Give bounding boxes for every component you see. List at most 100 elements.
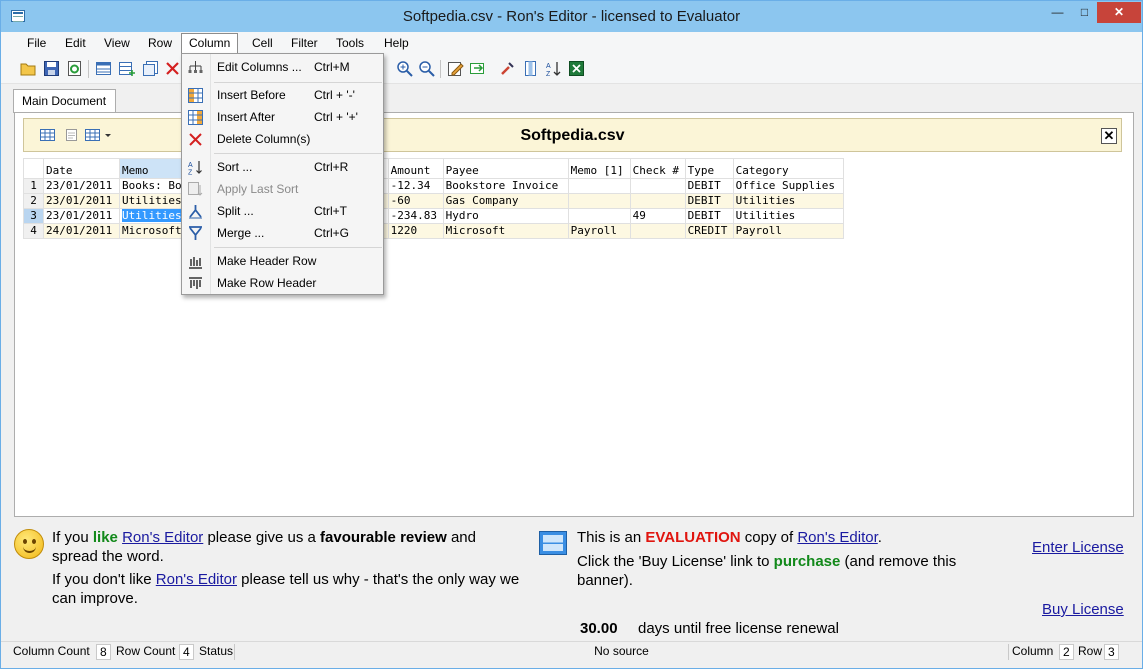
table-cell[interactable]: CREDIT [684, 223, 734, 239]
table-cell[interactable] [629, 193, 686, 209]
table-row[interactable]: 1 23/01/2011 Books: Bo -12.34 Bookstore … [23, 178, 844, 194]
menu-item-delete-columns[interactable]: Delete Column(s) [182, 128, 383, 150]
table-cell[interactable]: -60 [387, 193, 444, 209]
menu-item-make-header-row[interactable]: Make Header Row [182, 250, 383, 272]
save-icon[interactable] [43, 60, 60, 77]
table-cell[interactable] [629, 178, 686, 194]
table-cell[interactable] [567, 208, 631, 224]
delete-icon[interactable] [164, 60, 181, 77]
menu-column[interactable]: Column [181, 33, 239, 55]
table-cell[interactable] [567, 193, 631, 209]
table-cell[interactable]: 49 [629, 208, 686, 224]
tab-main-document[interactable]: Main Document [13, 89, 116, 113]
menu-tools[interactable]: Tools [329, 35, 371, 54]
menu-item-insert-after[interactable]: Insert After Ctrl + '+' [182, 106, 383, 128]
selected-cell[interactable]: Utilities [119, 208, 185, 224]
export-icon[interactable] [469, 60, 486, 77]
table-cell[interactable]: DEBIT [684, 178, 734, 194]
zoom-in-icon[interactable] [396, 60, 413, 77]
table-row[interactable]: 3 23/01/2011 Utilities -234.83 Hydro 49 … [23, 208, 844, 224]
buy-license-link[interactable]: Buy License [1042, 600, 1124, 619]
table-cell[interactable]: Utilities [732, 208, 844, 224]
maximize-button[interactable]: □ [1071, 2, 1098, 23]
menu-filter[interactable]: Filter [284, 35, 325, 54]
days-remaining-text: days until free license renewal [638, 620, 839, 637]
table-cell[interactable]: Microsoft [119, 223, 185, 239]
column-header[interactable]: Date [43, 158, 120, 179]
menu-help[interactable]: Help [377, 35, 416, 54]
close-document-button[interactable]: ✕ [1101, 128, 1117, 144]
row-count-value: 4 [179, 644, 194, 660]
row-number[interactable]: 4 [23, 223, 44, 239]
column-header[interactable]: Category [732, 158, 844, 179]
menu-view[interactable]: View [97, 35, 137, 54]
refresh-doc-icon[interactable] [66, 60, 83, 77]
table-cell[interactable]: Bookstore Invoice [442, 178, 569, 194]
table-cell[interactable]: Microsoft [442, 223, 569, 239]
table-cell[interactable]: -234.83 [387, 208, 444, 224]
open-folder-icon[interactable] [20, 60, 37, 77]
menu-item-sort[interactable]: AZ Sort ... Ctrl+R [182, 156, 383, 178]
table-cell[interactable]: 23/01/2011 [43, 208, 120, 224]
table-row[interactable]: 4 24/01/2011 Microsoft 1220 Microsoft Pa… [23, 223, 844, 239]
zoom-out-icon[interactable] [418, 60, 435, 77]
menu-label: Delete Column(s) [217, 132, 311, 146]
table-cell[interactable] [567, 178, 631, 194]
table-cell[interactable]: Utilities [732, 193, 844, 209]
table-cell[interactable]: DEBIT [684, 208, 734, 224]
menu-item-edit-columns[interactable]: Edit Columns ... Ctrl+M [182, 56, 383, 78]
table-cell[interactable]: Payroll [732, 223, 844, 239]
column-header[interactable]: Amount [387, 158, 444, 179]
column-header[interactable]: Memo [119, 158, 185, 179]
table-row[interactable]: 2 23/01/2011 Utilities -60 Gas Company D… [23, 193, 844, 209]
copy-row-icon[interactable] [142, 60, 159, 77]
table-cell[interactable]: Books: Bo [119, 178, 185, 194]
table-cell[interactable]: Office Supplies [732, 178, 844, 194]
sort-az-icon[interactable]: AZ [545, 60, 562, 77]
column-header[interactable]: Payee [442, 158, 569, 179]
rons-editor-link[interactable]: Ron's Editor [797, 529, 877, 546]
table-cell[interactable]: Gas Company [442, 193, 569, 209]
menu-edit[interactable]: Edit [58, 35, 93, 54]
menu-file[interactable]: File [20, 35, 53, 54]
edit-icon[interactable] [447, 60, 464, 77]
column-icon[interactable] [522, 60, 539, 77]
menu-item-split[interactable]: Split ... Ctrl+T [182, 200, 383, 222]
rons-editor-link[interactable]: Ron's Editor [156, 571, 237, 588]
table-cell[interactable]: Utilities [119, 193, 185, 209]
favourable-review-text: favourable review [320, 529, 447, 546]
menu-row[interactable]: Row [141, 35, 179, 54]
column-header[interactable]: Memo [1] [567, 158, 631, 179]
column-header[interactable]: Check # [629, 158, 686, 179]
data-grid[interactable]: Date Memo Amount Payee Memo [1] Check # … [23, 158, 844, 239]
menu-label: Insert After [217, 110, 276, 124]
enter-license-link[interactable]: Enter License [1032, 538, 1124, 557]
add-row-icon[interactable] [118, 60, 135, 77]
row-number[interactable]: 2 [23, 193, 44, 209]
menu-item-make-row-header[interactable]: Make Row Header [182, 272, 383, 294]
menu-item-merge[interactable]: Merge ... Ctrl+G [182, 222, 383, 244]
minimize-button[interactable]: — [1044, 2, 1071, 23]
banner-left-line-1: If you like Ron's Editor please give us … [52, 528, 476, 547]
menu-item-insert-before[interactable]: Insert Before Ctrl + '-' [182, 84, 383, 106]
rons-editor-link[interactable]: Ron's Editor [122, 529, 203, 546]
table-cell[interactable]: 23/01/2011 [43, 193, 120, 209]
row-number[interactable]: 3 [23, 208, 44, 224]
menu-shortcut: Ctrl+T [314, 204, 347, 218]
table-cell[interactable]: -12.34 [387, 178, 444, 194]
table-cell[interactable]: 1220 [387, 223, 444, 239]
row-number[interactable]: 1 [23, 178, 44, 194]
menu-cell[interactable]: Cell [245, 35, 280, 54]
table-cell[interactable]: 23/01/2011 [43, 178, 120, 194]
table-cell[interactable]: Hydro [442, 208, 569, 224]
tools-icon[interactable] [499, 60, 516, 77]
table-view-icon[interactable] [95, 60, 112, 77]
table-cell[interactable]: DEBIT [684, 193, 734, 209]
column-header[interactable]: Type [684, 158, 734, 179]
merge-icon [189, 226, 202, 240]
close-button[interactable]: ✕ [1097, 2, 1141, 23]
table-cell[interactable]: Payroll [567, 223, 631, 239]
table-cell[interactable] [629, 223, 686, 239]
table-cell[interactable]: 24/01/2011 [43, 223, 120, 239]
excel-export-icon[interactable] [568, 60, 585, 77]
